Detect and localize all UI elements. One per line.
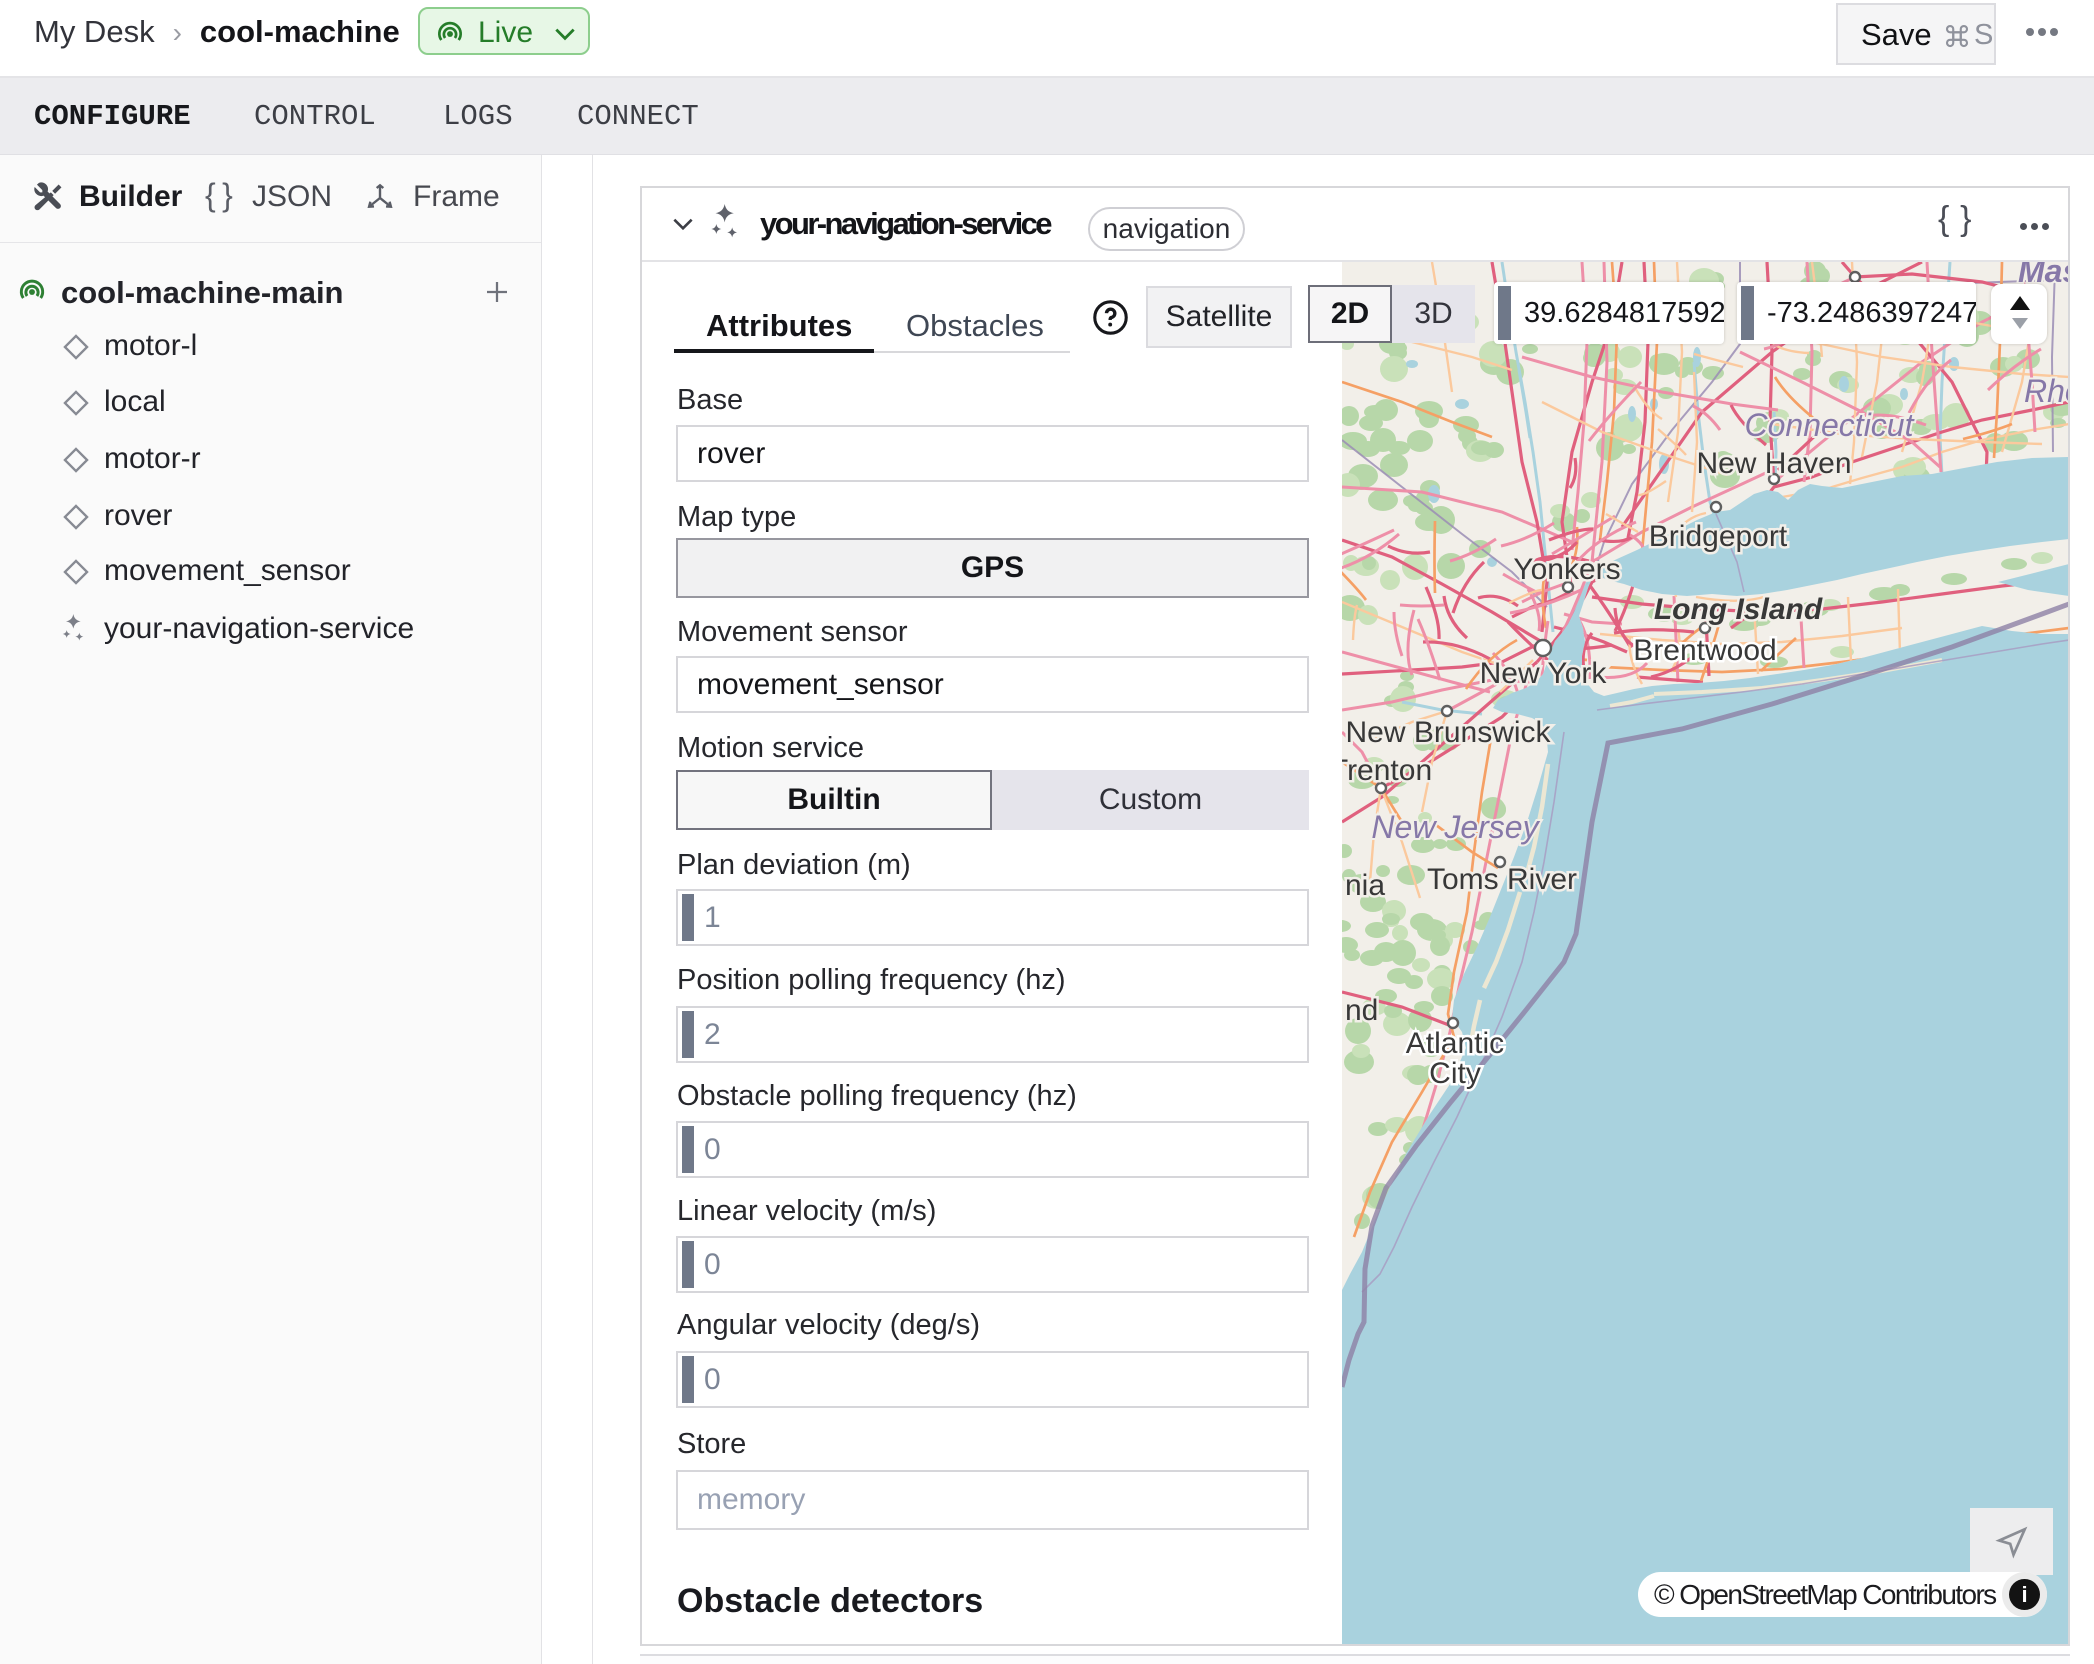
svg-text:Brentwood: Brentwood	[1633, 634, 1776, 667]
svg-text:Rhode Is: Rhode Is	[2024, 373, 2068, 409]
svg-text:Toms River: Toms River	[1427, 863, 1577, 896]
svg-text:New Jersey: New Jersey	[1371, 809, 1540, 845]
svg-text:Long Island: Long Island	[1654, 593, 1823, 626]
svg-text:Bridgeport: Bridgeport	[1649, 520, 1788, 553]
svg-text:New Haven: New Haven	[1696, 447, 1851, 480]
svg-text:City: City	[1429, 1057, 1481, 1090]
svg-text:Connecticut: Connecticut	[1745, 407, 1915, 443]
svg-text:nia: nia	[1345, 869, 1385, 902]
svg-text:New Brunswick: New Brunswick	[1345, 716, 1551, 749]
svg-text:Yonkers: Yonkers	[1513, 553, 1620, 586]
svg-text:New York: New York	[1480, 657, 1608, 690]
svg-text:nd: nd	[1345, 994, 1378, 1027]
svg-text:Atlantic: Atlantic	[1406, 1027, 1504, 1060]
svg-text:Trenton: Trenton	[1342, 754, 1432, 787]
